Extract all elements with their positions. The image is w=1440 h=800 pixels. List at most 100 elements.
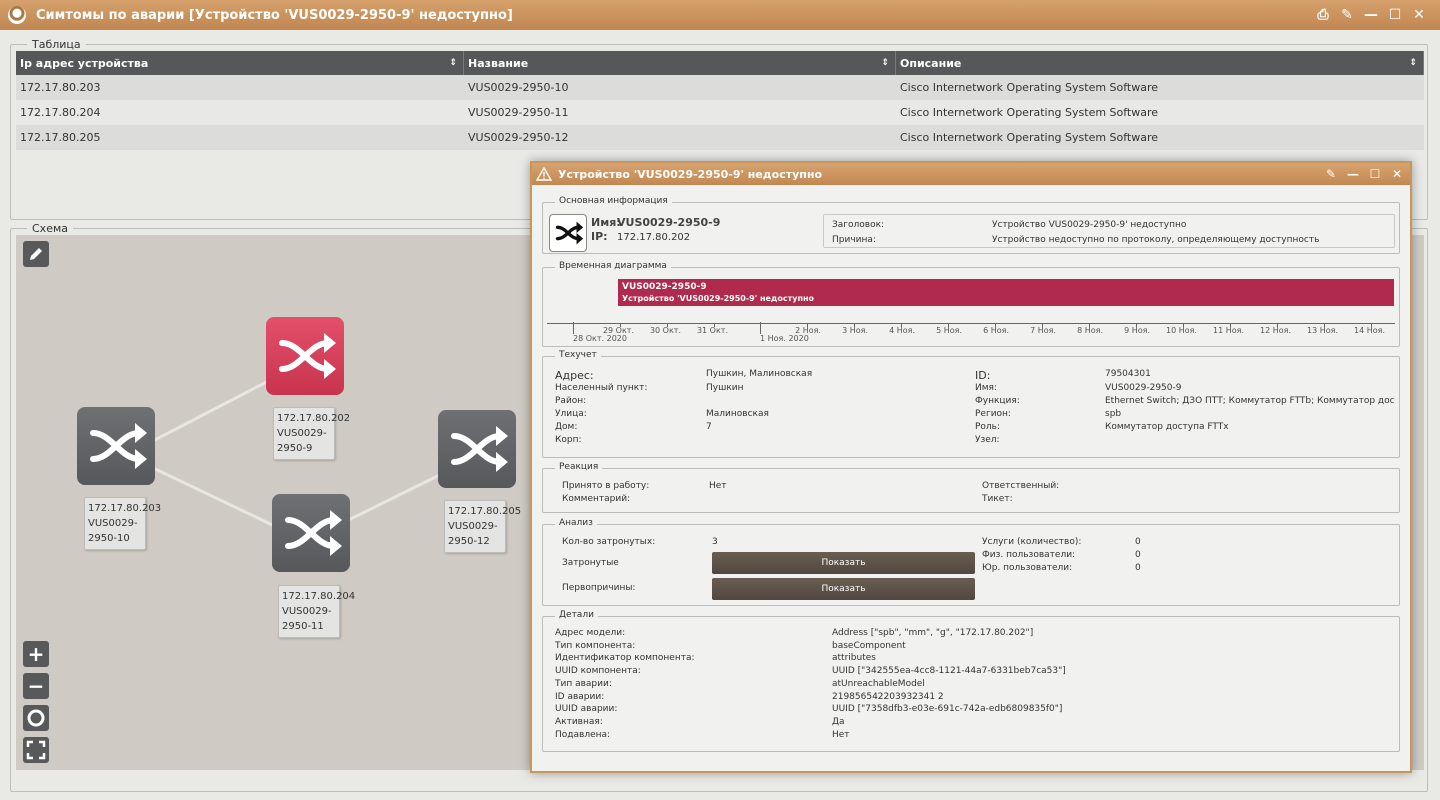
detail-value: UUID ["7358dfb3-e03e-691c-742a-edb680983… xyxy=(832,704,1063,715)
detail-label: Идентификатор компонента: xyxy=(555,653,695,664)
column-name[interactable]: Название ⇕ xyxy=(464,51,896,75)
edit-schema-button[interactable] xyxy=(23,241,49,267)
pin-icon[interactable]: ✎ xyxy=(1340,8,1354,22)
tick-label: 12 Ноя. xyxy=(1260,326,1291,335)
house-value: 7 xyxy=(706,422,712,432)
techaccount-legend: Техучет xyxy=(555,350,601,360)
id-value: 79504301 xyxy=(1105,369,1151,379)
cell-name: VUS0029-2950-11 xyxy=(468,106,569,119)
fit-screen-button[interactable] xyxy=(23,737,49,763)
pencil-icon xyxy=(30,248,42,260)
maximize-icon[interactable]: ☐ xyxy=(1368,167,1382,181)
affected-count-label: Кол-во затронутых: xyxy=(562,537,656,547)
details-legend: Детали xyxy=(555,610,598,620)
fit-screen-icon xyxy=(26,740,46,760)
region-value: spb xyxy=(1105,409,1122,419)
column-ip[interactable]: Ip адрес устройства ⇕ xyxy=(16,51,464,75)
sort-icon[interactable]: ⇕ xyxy=(881,58,889,68)
reason-value: Устройство недоступно по протоколу, опре… xyxy=(992,235,1320,245)
node-device[interactable] xyxy=(272,494,350,572)
analysis-legend: Анализ xyxy=(555,518,597,528)
print-icon[interactable]: ⎙ xyxy=(1316,8,1330,22)
cell-name: VUS0029-2950-10 xyxy=(468,81,569,94)
locality-value: Пушкин xyxy=(706,383,744,393)
function-label: Функция: xyxy=(975,396,1020,406)
function-value: Ethernet Switch; ДЗО ПТТ; Коммутатор FTT… xyxy=(1105,396,1395,406)
maximize-icon[interactable]: ☐ xyxy=(1388,8,1402,22)
detail-value: atUnreachableModel xyxy=(832,678,925,689)
locality-label: Населенный пункт: xyxy=(555,383,648,393)
switch-icon xyxy=(90,423,147,469)
timeline-bar-title: VUS0029-2950-9 xyxy=(622,282,707,292)
node-field-label: Узел: xyxy=(975,435,1000,445)
cell-description: Cisco Internetwork Operating System Soft… xyxy=(900,81,1159,94)
tick-label: 3 Ноя. xyxy=(842,326,868,335)
window-title: Симтомы по аварии [Устройство 'VUS0029-2… xyxy=(36,7,513,23)
tick-label: 5 Ноя. xyxy=(936,326,962,335)
zoom-out-button[interactable]: − xyxy=(23,673,49,699)
comment-label: Комментарий: xyxy=(562,494,631,504)
table-row[interactable]: 172.17.80.204 VUS0029-2950-11 Cisco Inte… xyxy=(16,100,1424,125)
node-label: 172.17.80.203 VUS0029- 2950-10 xyxy=(84,497,161,550)
id-label: ID: xyxy=(975,369,991,382)
warning-icon xyxy=(536,167,552,181)
legal-users-value: 0 xyxy=(1135,563,1141,573)
show-root-causes-button[interactable]: Показать xyxy=(712,578,975,600)
region-label: Регион: xyxy=(975,409,1011,419)
house-label: Дом: xyxy=(555,422,578,432)
phys-users-label: Физ. пользователи: xyxy=(982,550,1076,560)
node-device[interactable] xyxy=(77,407,155,485)
major-tick xyxy=(573,322,574,334)
cell-name: VUS0029-2950-12 xyxy=(468,131,569,144)
tick-label: 30 Окт. xyxy=(649,326,681,335)
dialog-titlebar[interactable]: Устройство 'VUS0029-2950-9' недоступно ✎… xyxy=(532,163,1410,185)
responsible-label: Ответственный: xyxy=(982,481,1060,491)
show-affected-button[interactable]: Показать xyxy=(712,552,975,574)
role-value: Коммутатор доступа FTTx xyxy=(1105,422,1229,432)
pin-icon[interactable]: ✎ xyxy=(1324,167,1338,181)
close-icon[interactable]: ✕ xyxy=(1412,8,1426,22)
table-header: Ip адрес устройства ⇕ Название ⇕ Описание ⇕ xyxy=(16,51,1424,75)
legal-users-label: Юр. пользователи: xyxy=(982,563,1073,573)
node-device[interactable] xyxy=(438,410,516,488)
cell-description: Cisco Internetwork Operating System Soft… xyxy=(900,131,1159,144)
techaccount-section: Техучет Адрес: Пушкин, Малиновская Насел… xyxy=(542,350,1400,458)
reset-zoom-button[interactable] xyxy=(23,705,49,731)
node-device-down[interactable] xyxy=(266,317,344,395)
details-section: Детали Адрес модели: Address ["spb", "mm"… xyxy=(542,610,1400,752)
address-value: Пушкин, Малиновская xyxy=(706,369,813,379)
basic-info-section: Основная информация Имя: VUS0029-2950-9 … xyxy=(542,196,1400,254)
detail-label: UUID аварии: xyxy=(555,704,618,715)
table-row[interactable]: 172.17.80.205 VUS0029-2950-12 Cisco Inte… xyxy=(16,125,1424,150)
switch-icon xyxy=(555,221,584,245)
sort-icon[interactable]: ⇕ xyxy=(1409,58,1417,68)
zoom-in-button[interactable]: + xyxy=(23,641,49,667)
switch-icon xyxy=(451,426,508,472)
cell-description: Cisco Internetwork Operating System Soft… xyxy=(900,106,1159,119)
column-description[interactable]: Описание ⇕ xyxy=(896,51,1424,75)
services-value: 0 xyxy=(1135,537,1141,547)
cell-ip: 172.17.80.204 xyxy=(20,106,101,119)
device-icon xyxy=(549,214,587,252)
schema-section-legend: Схема xyxy=(32,222,68,235)
header-value: Устройство VUS0029-2950-9' недоступно xyxy=(992,220,1187,230)
sort-icon[interactable]: ⇕ xyxy=(449,58,457,68)
switch-icon xyxy=(285,510,342,556)
cell-ip: 172.17.80.203 xyxy=(20,81,101,94)
reason-label: Причина: xyxy=(832,235,876,245)
ticket-label: Тикет: xyxy=(982,494,1013,504)
timeline-bar[interactable]: VUS0029-2950-9 Устройство 'VUS0029-2950-… xyxy=(618,279,1394,306)
minimize-icon[interactable]: — xyxy=(1346,167,1360,181)
services-label: Услуги (количество): xyxy=(982,537,1082,547)
table-row[interactable]: 172.17.80.203 VUS0029-2950-10 Cisco Inte… xyxy=(16,75,1424,100)
timeline-bar-subtitle: Устройство 'VUS0029-2950-9' недоступно xyxy=(622,294,815,303)
major-tick-label: 28 Окт. 2020 xyxy=(573,334,627,343)
detail-label: ID аварии: xyxy=(555,691,605,702)
close-icon[interactable]: ✕ xyxy=(1390,167,1404,181)
minimize-icon[interactable]: — xyxy=(1364,8,1378,22)
major-tick xyxy=(760,322,761,334)
detail-label: Подавлена: xyxy=(555,729,611,740)
header-label: Заголовок: xyxy=(832,220,885,230)
tick-label: 14 Ноя. xyxy=(1354,326,1385,335)
tick-label: 31 Окт. xyxy=(696,326,728,335)
